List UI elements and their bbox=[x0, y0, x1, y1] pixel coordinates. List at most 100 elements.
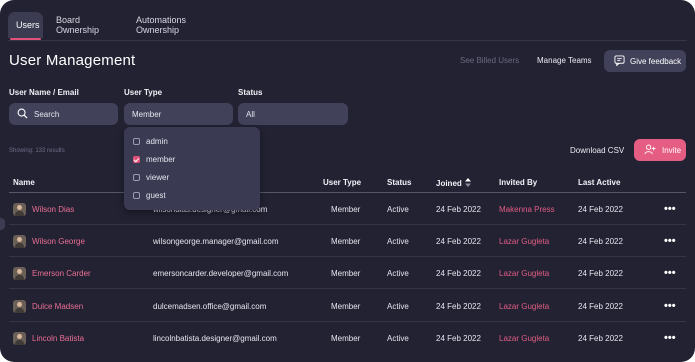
tab-users[interactable]: Users bbox=[8, 12, 43, 40]
avatar bbox=[13, 299, 26, 313]
column-label: Name bbox=[13, 178, 35, 187]
user-type-cell: Member bbox=[331, 204, 361, 214]
download-csv-link[interactable]: Download CSV bbox=[570, 146, 624, 155]
column-header-name[interactable]: Name bbox=[13, 178, 35, 187]
column-header-invited-by[interactable]: Invited By bbox=[499, 178, 537, 187]
last-active-cell: 24 Feb 2022 bbox=[578, 236, 623, 246]
table-row[interactable]: Emerson Carder emersoncarder.developer@g… bbox=[0, 257, 695, 289]
status-cell: Active bbox=[387, 268, 409, 278]
more-icon[interactable]: ••• bbox=[664, 257, 676, 289]
table-row[interactable]: Lincoln Batista lincolnbatista.designer@… bbox=[0, 322, 695, 354]
joined-cell: 24 Feb 2022 bbox=[436, 333, 481, 343]
option-label: guest bbox=[146, 190, 166, 200]
tab-automations-ownership[interactable]: Automations Ownership bbox=[128, 12, 232, 38]
column-label: Last Active bbox=[578, 178, 621, 187]
manage-teams-link[interactable]: Manage Teams bbox=[537, 56, 592, 65]
user-type-cell: Member bbox=[331, 268, 361, 278]
invited-by-cell[interactable]: Lazar Gugleta bbox=[499, 322, 549, 354]
column-label: Joined bbox=[436, 179, 462, 188]
table-row[interactable]: Wilson Dias wilsondias.designer@gmail.co… bbox=[0, 193, 695, 225]
tab-board-ownership[interactable]: Board Ownership bbox=[48, 12, 128, 38]
more-icon[interactable]: ••• bbox=[664, 193, 676, 225]
column-header-last-active[interactable]: Last Active bbox=[578, 178, 620, 187]
user-name: Wilson Dias bbox=[32, 204, 75, 214]
checkbox[interactable] bbox=[133, 155, 140, 163]
joined-cell: 24 Feb 2022 bbox=[436, 204, 481, 214]
column-header-user-type[interactable]: User Type bbox=[323, 178, 361, 187]
more-icon[interactable]: ••• bbox=[664, 290, 676, 322]
more-icon[interactable]: ••• bbox=[664, 225, 676, 257]
column-header-status[interactable]: Status bbox=[387, 178, 411, 187]
status-cell: Active bbox=[387, 204, 409, 214]
app-window: Users Board Ownership Automations Owners… bbox=[0, 0, 695, 362]
column-label: User Type bbox=[323, 178, 362, 187]
user-type-cell: Member bbox=[331, 333, 361, 343]
last-active-cell: 24 Feb 2022 bbox=[578, 333, 623, 343]
invited-by-cell[interactable]: Lazar Gugleta bbox=[499, 257, 549, 289]
joined-cell: 24 Feb 2022 bbox=[436, 236, 481, 246]
user-name-cell[interactable]: Dulce Madsen bbox=[13, 290, 83, 322]
search-placeholder: Search bbox=[34, 109, 60, 119]
table-row[interactable]: Dulce Madsen dulcemadsen.office@gmail.co… bbox=[0, 290, 695, 322]
invited-by-cell[interactable]: Lazar Gugleta bbox=[499, 225, 549, 257]
collapse-handle[interactable] bbox=[0, 218, 5, 230]
tab-bar: Users Board Ownership Automations Owners… bbox=[0, 0, 695, 40]
see-billed-users-link[interactable]: See Billed Users bbox=[460, 56, 519, 65]
email-cell: lincolnbatista.designer@gmail.com bbox=[153, 333, 277, 343]
user-type-cell: Member bbox=[331, 236, 361, 246]
avatar bbox=[13, 202, 26, 216]
checkbox[interactable] bbox=[133, 173, 140, 181]
avatar bbox=[13, 266, 26, 280]
avatar bbox=[13, 331, 26, 345]
user-type-dropdown: admin member viewer guest bbox=[124, 127, 260, 210]
row-divider bbox=[9, 288, 686, 289]
user-name-cell[interactable]: Wilson Dias bbox=[13, 193, 74, 225]
user-name: Emerson Carder bbox=[32, 268, 91, 278]
search-input[interactable]: Search bbox=[9, 103, 118, 125]
option-label: member bbox=[146, 154, 176, 164]
user-name-cell[interactable]: Emerson Carder bbox=[13, 257, 91, 289]
status-value: All bbox=[246, 109, 255, 119]
dropdown-option-guest[interactable]: guest bbox=[133, 189, 166, 201]
dropdown-option-viewer[interactable]: viewer bbox=[133, 171, 169, 183]
last-active-cell: 24 Feb 2022 bbox=[578, 301, 623, 311]
column-header-joined[interactable]: Joined bbox=[436, 178, 471, 189]
tab-label: Users bbox=[16, 20, 40, 30]
user-type-cell: Member bbox=[331, 301, 361, 311]
status-cell: Active bbox=[387, 301, 409, 311]
status-cell: Active bbox=[387, 236, 409, 246]
user-name: Dulce Madsen bbox=[32, 301, 84, 311]
joined-cell: 24 Feb 2022 bbox=[436, 301, 481, 311]
email-cell: dulcemadsen.office@gmail.com bbox=[153, 301, 267, 311]
invited-by-cell[interactable]: Makenna Press bbox=[499, 193, 555, 225]
dropdown-option-admin[interactable]: admin bbox=[133, 135, 168, 147]
email-cell: emersoncarder.developer@gmail.com bbox=[153, 268, 289, 278]
invited-by-cell[interactable]: Lazar Gugleta bbox=[499, 290, 549, 322]
status-label: Status bbox=[238, 88, 263, 97]
invite-button[interactable]: Invite bbox=[634, 139, 686, 161]
give-feedback-button[interactable]: Give feedback bbox=[604, 50, 686, 72]
table-row[interactable]: Wilson George wilsongeorge.manager@gmail… bbox=[0, 225, 695, 257]
email-cell: wilsongeorge.manager@gmail.com bbox=[153, 236, 279, 246]
user-name-cell[interactable]: Wilson George bbox=[13, 225, 85, 257]
add-user-icon bbox=[644, 144, 656, 157]
column-label: Invited By bbox=[499, 178, 538, 187]
search-icon bbox=[17, 108, 28, 121]
checkbox[interactable] bbox=[133, 191, 140, 199]
results-count: Showing: 133 results bbox=[9, 148, 65, 154]
feedback-icon bbox=[614, 54, 625, 68]
user-name-cell[interactable]: Lincoln Batista bbox=[13, 322, 84, 354]
more-icon[interactable]: ••• bbox=[664, 322, 676, 354]
user-name: Lincoln Batista bbox=[32, 333, 85, 343]
user-type-select[interactable]: Member bbox=[124, 103, 233, 125]
status-cell: Active bbox=[387, 333, 409, 343]
invite-label: Invite bbox=[662, 145, 682, 155]
checkbox[interactable] bbox=[133, 137, 140, 145]
dropdown-option-member[interactable]: member bbox=[133, 153, 175, 165]
give-feedback-label: Give feedback bbox=[630, 56, 682, 66]
avatar bbox=[13, 234, 26, 248]
tab-label: Board Ownership bbox=[56, 15, 100, 35]
user-type-value: Member bbox=[132, 109, 162, 119]
status-select[interactable]: All bbox=[238, 103, 348, 125]
last-active-cell: 24 Feb 2022 bbox=[578, 268, 623, 278]
